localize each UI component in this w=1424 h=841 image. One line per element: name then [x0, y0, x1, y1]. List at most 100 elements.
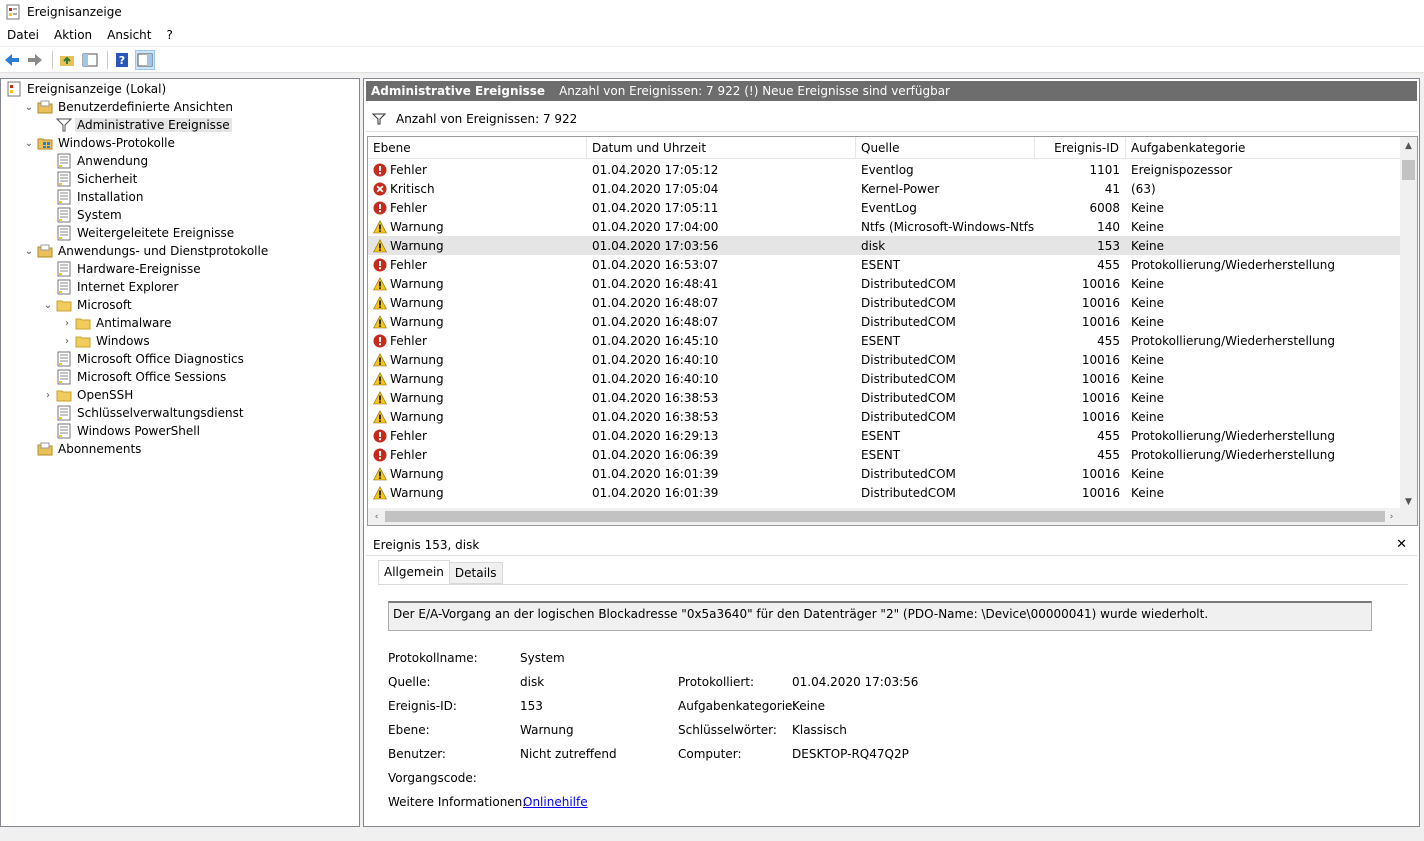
table-row[interactable]: Fehler 01.04.2020 16:29:13 ESENT 455 Protoko…	[368, 426, 1400, 445]
cell-source: DistributedCOM	[861, 314, 956, 329]
column-aufgabenkategorie[interactable]: Aufgabenkategorie	[1126, 137, 1400, 159]
menu-help[interactable]: ?	[166, 28, 172, 42]
column-ebene[interactable]: Ebene	[368, 137, 587, 159]
log-icon	[57, 279, 71, 295]
table-row[interactable]: Warnung 01.04.2020 16:40:10 DistributedCOM…	[368, 350, 1400, 369]
scroll-left-icon[interactable]: ‹	[368, 508, 385, 525]
tree-item-label: Weitergeleitete Ereignisse	[77, 226, 235, 240]
tree-item[interactable]: System	[40, 206, 124, 224]
tree-item[interactable]: › Windows	[59, 332, 152, 350]
table-row[interactable]: Kritisch 01.04.2020 17:05:04 Kernel-Power 4…	[368, 179, 1400, 198]
onlinehilfe-link[interactable]: Onlinehilfe	[523, 793, 588, 811]
tree-item[interactable]: Weitergeleitete Ereignisse	[40, 224, 236, 242]
level-text: Kritisch	[390, 181, 435, 196]
table-row[interactable]: Warnung 01.04.2020 16:01:39 DistributedCOM…	[368, 464, 1400, 483]
tree-item[interactable]: ⌄ Windows-Protokolle	[21, 134, 177, 152]
value-ereignis-id: 153	[520, 699, 543, 713]
forward-button[interactable]	[25, 50, 45, 70]
show-hide-tree-button[interactable]	[80, 50, 100, 70]
chevron-down-icon[interactable]: ⌄	[21, 242, 37, 260]
cell-id: 10016	[1081, 295, 1120, 310]
event-viewer-icon	[7, 81, 21, 97]
event-list-body: Fehler 01.04.2020 17:05:12 Eventlog 1101 Ere…	[368, 160, 1400, 510]
tab-details[interactable]: Details	[448, 562, 503, 584]
table-row[interactable]: Fehler 01.04.2020 16:53:07 ESENT 455 Protoko…	[368, 255, 1400, 274]
warning-icon	[373, 485, 387, 499]
tree-item[interactable]: Installation	[40, 188, 145, 206]
chevron-right-icon[interactable]: ›	[59, 332, 75, 350]
tree-item[interactable]: › OpenSSH	[40, 386, 135, 404]
tree-item[interactable]: ⌄ Anwendungs- und Dienstprotokolle	[21, 242, 270, 260]
cell-level: Fehler	[368, 160, 587, 179]
folder-special-icon	[37, 244, 53, 258]
table-row[interactable]: Warnung 01.04.2020 16:01:39 DistributedCOM…	[368, 483, 1400, 502]
chevron-down-icon[interactable]: ⌄	[21, 98, 37, 116]
table-row[interactable]: Warnung 01.04.2020 16:38:53 DistributedCOM…	[368, 407, 1400, 426]
menu-datei[interactable]: Datei	[7, 28, 39, 42]
menu-ansicht[interactable]: Ansicht	[107, 28, 151, 42]
scroll-right-icon[interactable]: ›	[1383, 508, 1400, 525]
tree-item[interactable]: Ereignisanzeige (Lokal)	[2, 80, 168, 98]
tree-item[interactable]: Windows PowerShell	[40, 422, 202, 440]
table-row[interactable]: Fehler 01.04.2020 16:06:39 ESENT 455 Protoko…	[368, 445, 1400, 464]
horizontal-scrollbar[interactable]: ‹ ›	[368, 508, 1417, 525]
cell-source: DistributedCOM	[861, 371, 956, 386]
tree-item[interactable]: Microsoft Office Sessions	[40, 368, 228, 386]
level-text: Warnung	[390, 295, 444, 310]
chevron-right-icon[interactable]: ›	[40, 386, 56, 404]
table-row[interactable]: Warnung 01.04.2020 16:48:07 DistributedCOM…	[368, 312, 1400, 331]
close-icon[interactable]: ✕	[1396, 537, 1407, 552]
scroll-up-icon[interactable]: ▲	[1400, 137, 1417, 154]
chevron-right-icon[interactable]: ›	[59, 314, 75, 332]
table-row[interactable]: Fehler 01.04.2020 17:05:12 Eventlog 1101 Ere…	[368, 160, 1400, 179]
table-row[interactable]: Warnung 01.04.2020 16:48:07 DistributedCOM…	[368, 293, 1400, 312]
show-hide-action-pane-button[interactable]	[135, 49, 155, 70]
help-button[interactable]: ?	[112, 50, 132, 70]
tree-item[interactable]: › Antimalware	[59, 314, 173, 332]
vertical-scroll-thumb[interactable]	[1402, 160, 1415, 180]
tab-allgemein[interactable]: Allgemein	[378, 560, 450, 584]
table-row[interactable]: Warnung 01.04.2020 17:03:56 disk 153 Keine	[368, 236, 1400, 255]
level-text: Fehler	[390, 447, 427, 462]
back-button[interactable]	[2, 50, 22, 70]
cell-date: 01.04.2020 16:29:13	[592, 428, 719, 443]
column-ereignis-id[interactable]: Ereignis-ID	[1035, 137, 1126, 159]
tree-item[interactable]: ⌄ Microsoft	[40, 296, 134, 314]
table-row[interactable]: Warnung 01.04.2020 16:40:10 DistributedCOM…	[368, 369, 1400, 388]
horizontal-scroll-thumb[interactable]	[385, 511, 1385, 522]
tree-item[interactable]: Sicherheit	[40, 170, 139, 188]
table-row[interactable]: Warnung 01.04.2020 16:38:53 DistributedCOM…	[368, 388, 1400, 407]
chevron-down-icon[interactable]: ⌄	[21, 134, 37, 152]
vertical-scrollbar[interactable]: ▲ ▼	[1400, 137, 1417, 510]
event-message[interactable]: Der E/A-Vorgang an der logischen Blockad…	[388, 601, 1372, 631]
level-text: Warnung	[390, 390, 444, 405]
cell-level: Fehler	[368, 426, 587, 445]
tree-item[interactable]: ⌄ Benutzerdefinierte Ansichten	[21, 98, 235, 116]
help-icon: ?	[116, 52, 128, 67]
menu-aktion[interactable]: Aktion	[54, 28, 92, 42]
table-row[interactable]: Fehler 01.04.2020 16:45:10 ESENT 455 Protoko…	[368, 331, 1400, 350]
value-schluesselwoerter: Klassisch	[792, 723, 847, 737]
tree-item[interactable]: Microsoft Office Diagnostics	[40, 350, 246, 368]
tree-item[interactable]: Hardware-Ereignisse	[40, 260, 203, 278]
console-tree: Ereignisanzeige (Lokal) ⌄ Benutzerdefinier…	[0, 78, 360, 827]
table-row[interactable]: Warnung 01.04.2020 17:04:00 Ntfs (Microsof…	[368, 217, 1400, 236]
tree-item[interactable]: Abonnements	[21, 440, 143, 458]
up-folder-button[interactable]	[57, 50, 77, 70]
column-datum[interactable]: Datum und Uhrzeit	[587, 137, 856, 159]
tree-item[interactable]: Anwendung	[40, 152, 150, 170]
table-row[interactable]: Warnung 01.04.2020 16:48:41 DistributedCOM…	[368, 274, 1400, 293]
chevron-down-icon[interactable]: ⌄	[40, 296, 56, 314]
table-row[interactable]: Fehler 01.04.2020 17:05:11 EventLog 6008 Kei…	[368, 198, 1400, 217]
tree-item-label: Installation	[77, 190, 144, 204]
tree-item[interactable]: Schlüsselverwaltungsdienst	[40, 404, 246, 422]
column-quelle[interactable]: Quelle	[856, 137, 1035, 159]
tree-item-label: OpenSSH	[77, 388, 134, 402]
tree-item[interactable]: Internet Explorer	[40, 278, 180, 296]
tree-item[interactable]: Administrative Ereignisse	[40, 116, 232, 134]
cell-level: Fehler	[368, 198, 587, 217]
